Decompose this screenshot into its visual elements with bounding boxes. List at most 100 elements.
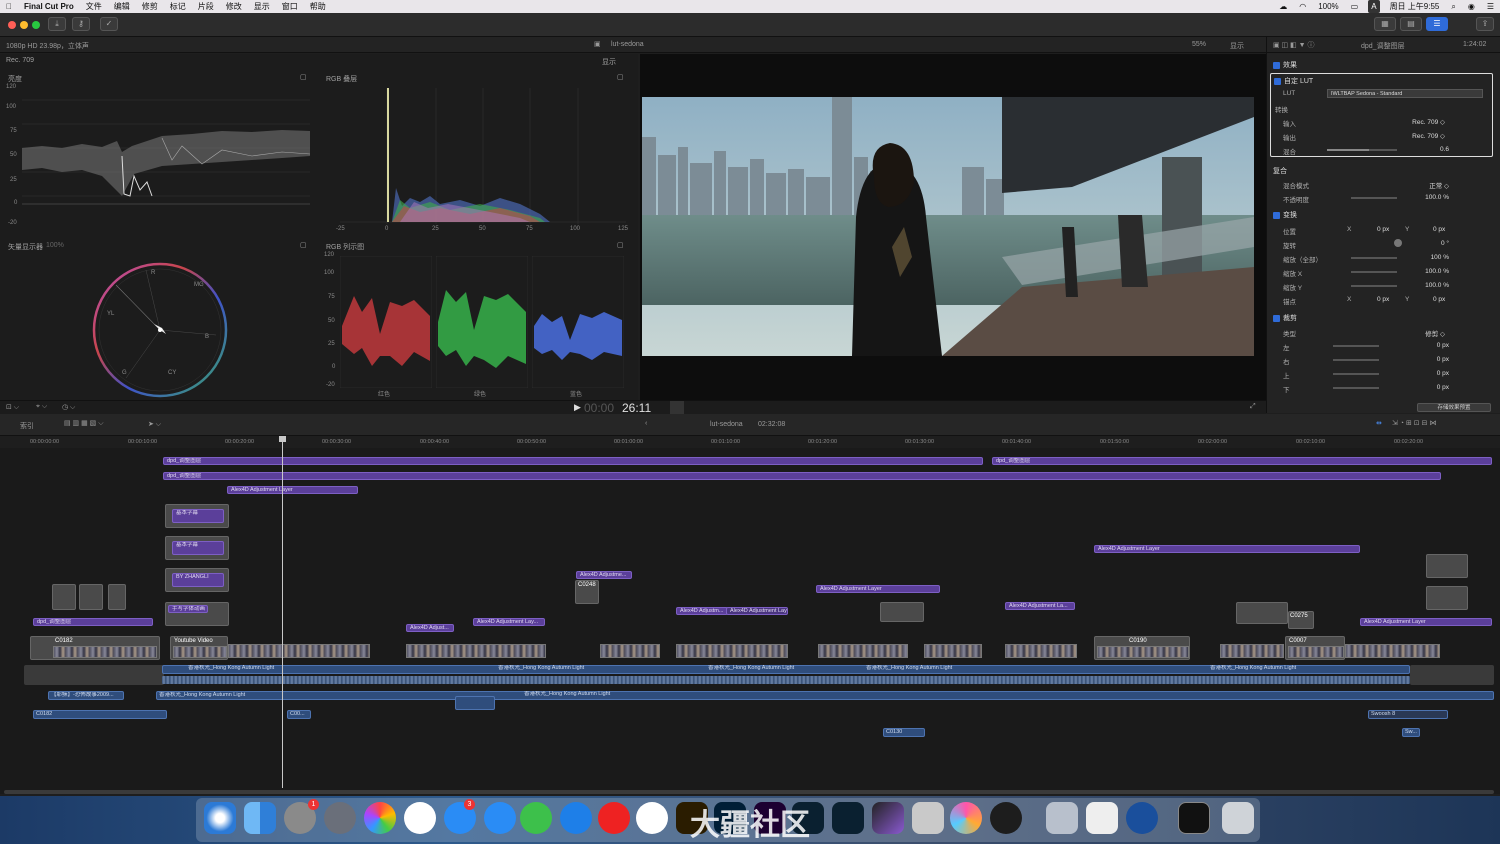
final-cut-pro-icon[interactable] xyxy=(872,802,904,834)
scale-x-value[interactable]: 100.0 % xyxy=(1425,268,1449,275)
audio-meter-icon[interactable] xyxy=(670,401,684,414)
notification-center-icon[interactable]: ☰ xyxy=(1481,0,1500,13)
select-tool-icon[interactable]: ➤ ⌵ xyxy=(148,420,161,429)
effects-checkbox[interactable] xyxy=(1273,61,1280,69)
timeline-clip[interactable]: Alex4D Adjustment Layer xyxy=(816,585,940,593)
connected-clip[interactable] xyxy=(880,602,924,622)
title-clip[interactable]: 手写字体动画 xyxy=(165,602,229,626)
view-options-icon[interactable]: ⊡ ⌵ xyxy=(6,403,19,412)
clock[interactable]: 周日 上午9:55 xyxy=(1384,0,1446,13)
library-view-icon[interactable]: ▦ xyxy=(1374,17,1396,31)
menu-window[interactable]: 窗口 xyxy=(276,0,304,13)
kugou-icon[interactable] xyxy=(560,802,592,834)
crop-left-value[interactable]: 0 px xyxy=(1437,342,1449,349)
photos-icon[interactable] xyxy=(364,802,396,834)
crop-top-slider[interactable] xyxy=(1333,373,1379,375)
scale-y-slider[interactable] xyxy=(1351,285,1397,287)
composite-header[interactable]: 复合 xyxy=(1273,166,1287,176)
connected-clip[interactable] xyxy=(1426,554,1468,578)
viewer[interactable] xyxy=(640,54,1266,400)
crop-left-slider[interactable] xyxy=(1333,345,1379,347)
timeline-clip[interactable]: Alex4D Adjustment La... xyxy=(1005,602,1075,610)
menu-modify[interactable]: 修改 xyxy=(220,0,248,13)
clip-filmstrip[interactable] xyxy=(1220,644,1284,658)
title-clip[interactable]: BY ZHANGLI xyxy=(165,568,229,592)
anchor-y-value[interactable]: 0 px xyxy=(1433,296,1445,303)
menu-mark[interactable]: 标记 xyxy=(164,0,192,13)
cloud-icon[interactable]: ☁ xyxy=(1273,0,1293,13)
crop-top-value[interactable]: 0 px xyxy=(1437,370,1449,377)
crop-bottom-slider[interactable] xyxy=(1333,387,1379,389)
transform-checkbox[interactable] xyxy=(1273,211,1280,219)
timeline-clip[interactable]: Alex4D Adjustment Lay... xyxy=(473,618,545,626)
clip-filmstrip[interactable] xyxy=(228,644,370,658)
audio-clip[interactable] xyxy=(455,696,495,710)
inspector-view-icon[interactable]: ☰ xyxy=(1426,17,1448,31)
output-select[interactable]: Rec. 709 ◇ xyxy=(1412,132,1445,140)
rotation-value[interactable]: 0 ° xyxy=(1441,240,1449,247)
timeline-ruler[interactable]: 00:00:00:00 00:00:10:00 00:00:20:00 00:0… xyxy=(0,436,1500,448)
launchpad-icon[interactable] xyxy=(324,802,356,834)
scale-all-value[interactable]: 100 % xyxy=(1431,254,1449,261)
custom-lut-checkbox[interactable] xyxy=(1274,77,1281,85)
blend-select[interactable]: 正常 ◇ xyxy=(1429,180,1449,190)
play-button[interactable]: ▶ xyxy=(574,402,581,413)
timeline-clip[interactable]: Alex4D Adjustment Layer xyxy=(1094,545,1360,553)
convert-row[interactable]: 转换 xyxy=(1267,101,1500,115)
crop-checkbox[interactable] xyxy=(1273,314,1280,322)
zoom-window-button[interactable] xyxy=(32,21,40,29)
histogram-settings-icon[interactable]: ▢ xyxy=(617,73,624,81)
compressor-icon[interactable] xyxy=(912,802,944,834)
connected-clip[interactable] xyxy=(108,584,126,610)
audio-clip[interactable]: Swoosh 8 xyxy=(1368,710,1448,719)
textedit-icon[interactable] xyxy=(1086,802,1118,834)
import-icon[interactable]: ⤓ xyxy=(48,17,66,31)
menu-file[interactable]: 文件 xyxy=(80,0,108,13)
app-menu[interactable]: Final Cut Pro xyxy=(18,0,80,13)
crop-right-value[interactable]: 0 px xyxy=(1437,356,1449,363)
connected-clip[interactable] xyxy=(1426,586,1468,610)
crop-section[interactable]: 裁剪 xyxy=(1273,313,1297,323)
timeline-clip[interactable]: dpd_调整图层 xyxy=(163,472,1441,480)
terminal-icon[interactable] xyxy=(1178,802,1210,834)
connected-clip[interactable] xyxy=(79,584,103,610)
audio-clip[interactable]: 【耶稣】-恐怖故事2009... xyxy=(48,691,124,700)
playhead[interactable] xyxy=(282,438,283,788)
video-frame[interactable] xyxy=(642,97,1254,356)
parade-settings-icon[interactable]: ▢ xyxy=(617,241,624,249)
crop-bottom-value[interactable]: 0 px xyxy=(1437,384,1449,391)
timeline-clip[interactable]: Alex4D Adjust... xyxy=(406,624,454,632)
keywords-icon[interactable]: ⚷ xyxy=(72,17,90,31)
audio-clip[interactable]: C00... xyxy=(287,710,311,719)
opacity-slider[interactable] xyxy=(1351,197,1397,199)
viewer-display-menu[interactable]: 显示 xyxy=(1230,41,1244,51)
edit-tools-icon[interactable]: ▤ ▥ ▦ ▧ ⌵ xyxy=(64,419,104,428)
crop-type-select[interactable]: 修剪 ◇ xyxy=(1425,328,1445,338)
transform-section[interactable]: 变换 xyxy=(1273,210,1297,220)
primary-clip[interactable]: C0007 xyxy=(1285,636,1345,660)
davinci-resolve-icon[interactable] xyxy=(990,802,1022,834)
wifi-icon[interactable]: ◠ xyxy=(1293,0,1312,13)
title-clip[interactable]: 基本字幕 xyxy=(165,504,229,528)
timeline-clip[interactable]: Alex4D Adjustment Layer xyxy=(726,607,788,615)
skimming-icon[interactable]: ⇲ ◔ ⊞ ⊡ ⊟ ⋈ xyxy=(1392,419,1436,427)
share-icon[interactable]: ⇪ xyxy=(1476,17,1494,31)
fullscreen-icon[interactable]: ⤢ xyxy=(1250,403,1256,411)
close-window-button[interactable] xyxy=(8,21,16,29)
baidu-netdisk-icon[interactable] xyxy=(636,802,668,834)
storyline-gap[interactable] xyxy=(1410,665,1494,685)
storyline-gap[interactable] xyxy=(24,665,164,685)
audio-clip[interactable]: C0130 xyxy=(883,728,925,737)
mix-slider[interactable] xyxy=(1327,149,1397,151)
transform-tool-icon[interactable]: ⌖ ⌵ xyxy=(36,403,47,411)
timeline-clip[interactable]: dpd_调整图层 xyxy=(992,457,1492,465)
menu-trim[interactable]: 修剪 xyxy=(136,0,164,13)
rotation-dial[interactable] xyxy=(1394,239,1402,247)
safari-2-icon[interactable] xyxy=(484,802,516,834)
index-button[interactable]: 索引 xyxy=(20,421,34,431)
timeline-clip[interactable]: dpd_调整图层 xyxy=(33,618,153,626)
music-icon[interactable] xyxy=(404,802,436,834)
connected-clip[interactable] xyxy=(52,584,76,610)
crop-right-slider[interactable] xyxy=(1333,359,1379,361)
timecode[interactable]: 26:11 xyxy=(622,401,651,415)
